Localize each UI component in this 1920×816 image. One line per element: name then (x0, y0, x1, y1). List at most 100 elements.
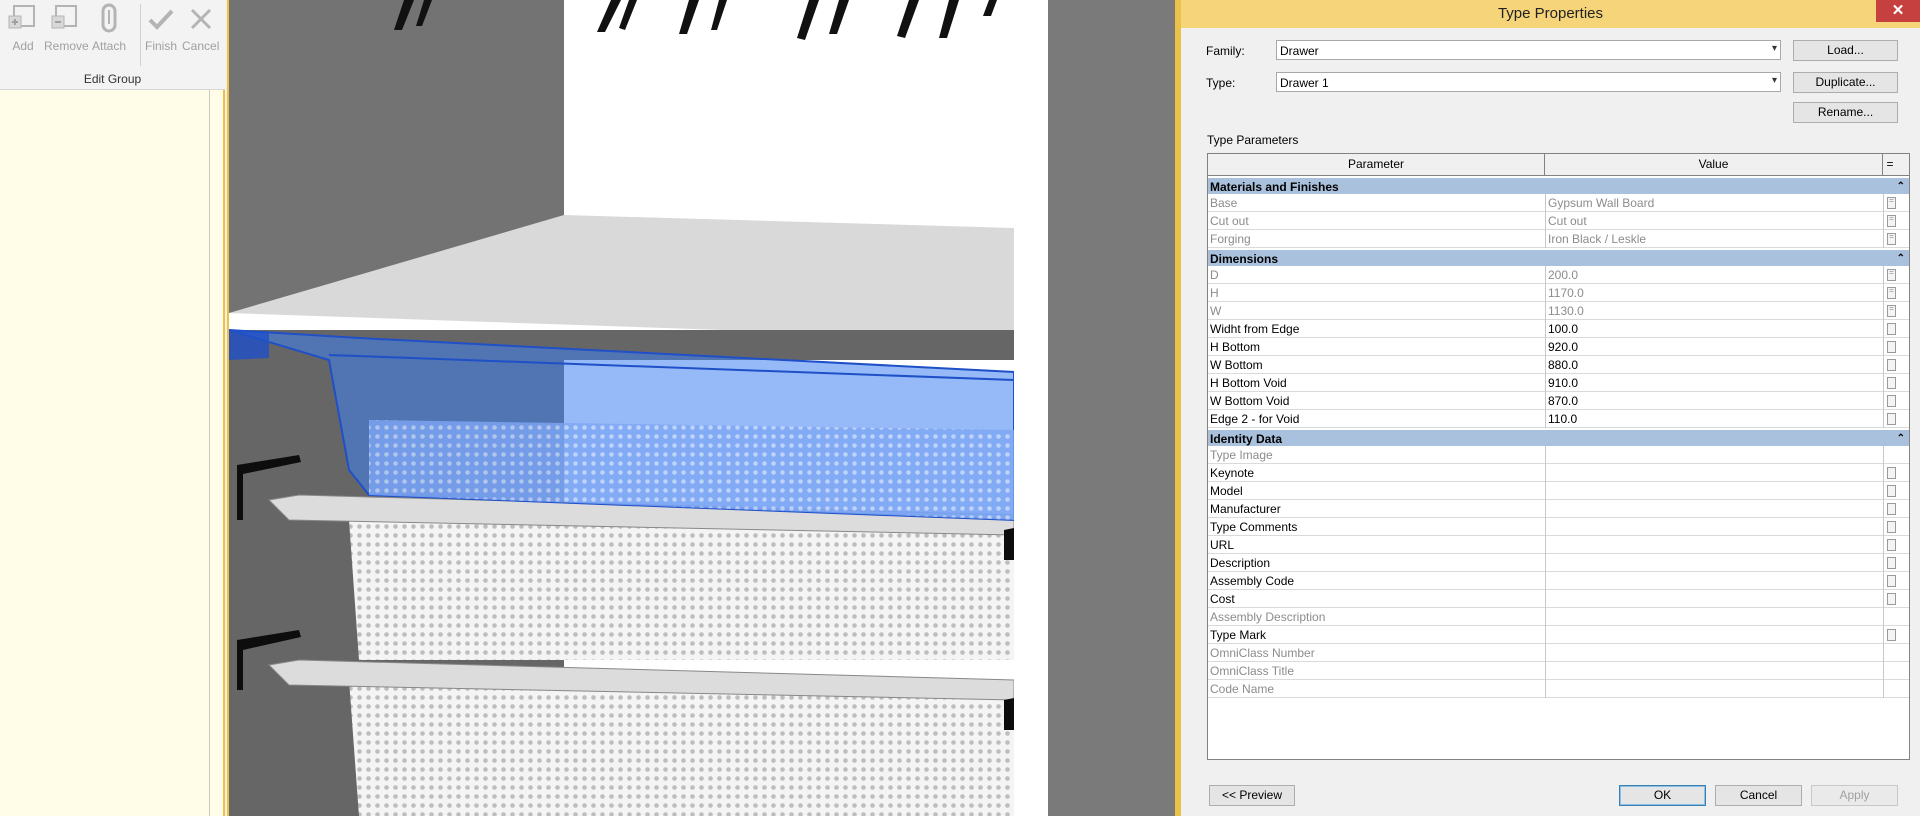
associate-parameter-button[interactable] (1887, 377, 1896, 389)
cancel-button[interactable]: Cancel (1715, 785, 1802, 806)
parameter-row[interactable]: W Bottom 880.0 (1208, 356, 1909, 374)
apply-button[interactable]: Apply (1811, 785, 1898, 806)
column-divider (1545, 320, 1546, 338)
parameter-row[interactable]: Model (1208, 482, 1909, 500)
value-column-header[interactable]: Value (1545, 154, 1883, 175)
parameter-row[interactable]: Assembly Description (1208, 608, 1909, 626)
parameter-value-field[interactable]: 110.0 (1548, 412, 1818, 426)
parameter-row[interactable]: Type Comments (1208, 518, 1909, 536)
parameter-row[interactable]: URL (1208, 536, 1909, 554)
parameter-row[interactable]: Edge 2 - for Void 110.0 (1208, 410, 1909, 428)
type-dropdown[interactable]: Drawer 1 ▾ (1276, 72, 1781, 92)
associate-parameter-button[interactable] (1887, 503, 1896, 515)
associate-parameter-button[interactable] (1887, 395, 1896, 407)
close-button[interactable]: ✕ (1876, 0, 1920, 22)
associate-parameter-button[interactable] (1887, 323, 1896, 335)
parameter-row[interactable]: Type Mark (1208, 626, 1909, 644)
group-header[interactable]: Identity Data ⌃ (1208, 428, 1909, 446)
remove-button[interactable]: Remove (44, 2, 89, 53)
duplicate-button[interactable]: Duplicate... (1793, 72, 1898, 93)
parameter-row[interactable]: Keynote (1208, 464, 1909, 482)
preview-button[interactable]: << Preview (1209, 785, 1295, 806)
column-divider (1545, 536, 1546, 554)
parameter-row[interactable]: Forging Iron Black / Leskle = (1208, 230, 1909, 248)
parameter-name: Cut out (1210, 214, 1249, 228)
attach-label: Attach (92, 39, 127, 53)
dialog-title-bar[interactable]: Type Properties ✕ (1181, 0, 1920, 28)
parameter-row[interactable]: Cut out Cut out = (1208, 212, 1909, 230)
associate-parameter-button[interactable]: = (1887, 287, 1896, 299)
group-header[interactable]: Materials and Finishes ⌃ (1208, 176, 1909, 194)
load-button[interactable]: Load... (1793, 40, 1898, 61)
dialog-title: Type Properties (1497, 5, 1604, 22)
column-divider (1545, 338, 1546, 356)
type-value: Drawer 1 (1280, 76, 1329, 90)
column-divider (1883, 518, 1884, 536)
parameter-value-field[interactable]: 920.0 (1548, 340, 1818, 354)
column-divider (1545, 590, 1546, 608)
column-divider (1545, 608, 1546, 626)
associate-parameter-button[interactable]: = (1887, 215, 1896, 227)
parameter-row[interactable]: W Bottom Void 870.0 (1208, 392, 1909, 410)
attach-button[interactable]: Attach (92, 2, 126, 53)
parameter-column-header[interactable]: Parameter (1208, 154, 1545, 175)
group-header-label: Identity Data (1210, 432, 1283, 446)
parameter-row[interactable]: W 1130.0 = (1208, 302, 1909, 320)
3d-viewport[interactable] (227, 0, 1177, 816)
parameter-row[interactable]: Type Image (1208, 446, 1909, 464)
finish-button[interactable]: Finish (144, 2, 178, 53)
parameter-value-field[interactable]: 910.0 (1548, 376, 1818, 390)
parameter-row[interactable]: Cost (1208, 590, 1909, 608)
associate-parameter-button[interactable]: = (1887, 305, 1896, 317)
parameter-row[interactable]: Manufacturer (1208, 500, 1909, 518)
parameter-row[interactable]: Description (1208, 554, 1909, 572)
associate-parameter-button[interactable] (1887, 593, 1896, 605)
type-parameters-grid[interactable]: Parameter Value = Materials and Finishes… (1207, 153, 1910, 760)
family-dropdown[interactable]: Drawer ▾ (1276, 40, 1781, 60)
family-label: Family: (1206, 44, 1245, 58)
associate-parameter-button[interactable] (1887, 629, 1896, 641)
ok-button[interactable]: OK (1619, 785, 1706, 806)
panel-divider (209, 90, 210, 816)
associate-parameter-button[interactable] (1887, 359, 1896, 371)
parameter-row[interactable]: H Bottom Void 910.0 (1208, 374, 1909, 392)
parameter-row[interactable]: Widht from Edge 100.0 (1208, 320, 1909, 338)
parameter-row[interactable]: Base Gypsum Wall Board = (1208, 194, 1909, 212)
associate-parameter-button[interactable] (1887, 521, 1896, 533)
column-divider (1545, 212, 1546, 230)
parameter-row[interactable]: H Bottom 920.0 (1208, 338, 1909, 356)
associate-parameter-button[interactable] (1887, 539, 1896, 551)
parameter-value-field[interactable]: 100.0 (1548, 322, 1818, 336)
associate-parameter-button[interactable] (1887, 413, 1896, 425)
column-divider (1883, 662, 1884, 680)
group-header[interactable]: Dimensions ⌃ (1208, 248, 1909, 266)
parameter-name: Edge 2 - for Void (1210, 412, 1300, 426)
parameter-row[interactable]: OmniClass Number (1208, 644, 1909, 662)
associate-parameter-button[interactable] (1887, 557, 1896, 569)
column-divider (1545, 626, 1546, 644)
column-divider (1883, 374, 1884, 392)
rename-button[interactable]: Rename... (1793, 102, 1898, 123)
associate-parameter-button[interactable] (1887, 341, 1896, 353)
associate-parameter-button[interactable]: = (1887, 233, 1896, 245)
associate-parameter-button[interactable] (1887, 467, 1896, 479)
drawer-model-render[interactable] (229, 0, 1175, 816)
add-button[interactable]: Add (6, 2, 40, 53)
cancel-edit-button[interactable]: Cancel (182, 2, 219, 53)
parameter-name: H (1210, 286, 1219, 300)
associate-parameter-button[interactable] (1887, 575, 1896, 587)
column-divider (1545, 374, 1546, 392)
column-divider (1883, 608, 1884, 626)
parameter-row[interactable]: Code Name (1208, 680, 1909, 698)
formula-column-header[interactable]: = (1883, 154, 1897, 175)
associate-parameter-button[interactable]: = (1887, 269, 1896, 281)
parameter-value-field[interactable]: 880.0 (1548, 358, 1818, 372)
parameter-value-field[interactable]: 870.0 (1548, 394, 1818, 408)
column-divider (1883, 212, 1884, 230)
parameter-row[interactable]: H 1170.0 = (1208, 284, 1909, 302)
parameter-row[interactable]: OmniClass Title (1208, 662, 1909, 680)
parameter-row[interactable]: Assembly Code (1208, 572, 1909, 590)
parameter-row[interactable]: D 200.0 = (1208, 266, 1909, 284)
associate-parameter-button[interactable] (1887, 485, 1896, 497)
associate-parameter-button[interactable]: = (1887, 197, 1896, 209)
